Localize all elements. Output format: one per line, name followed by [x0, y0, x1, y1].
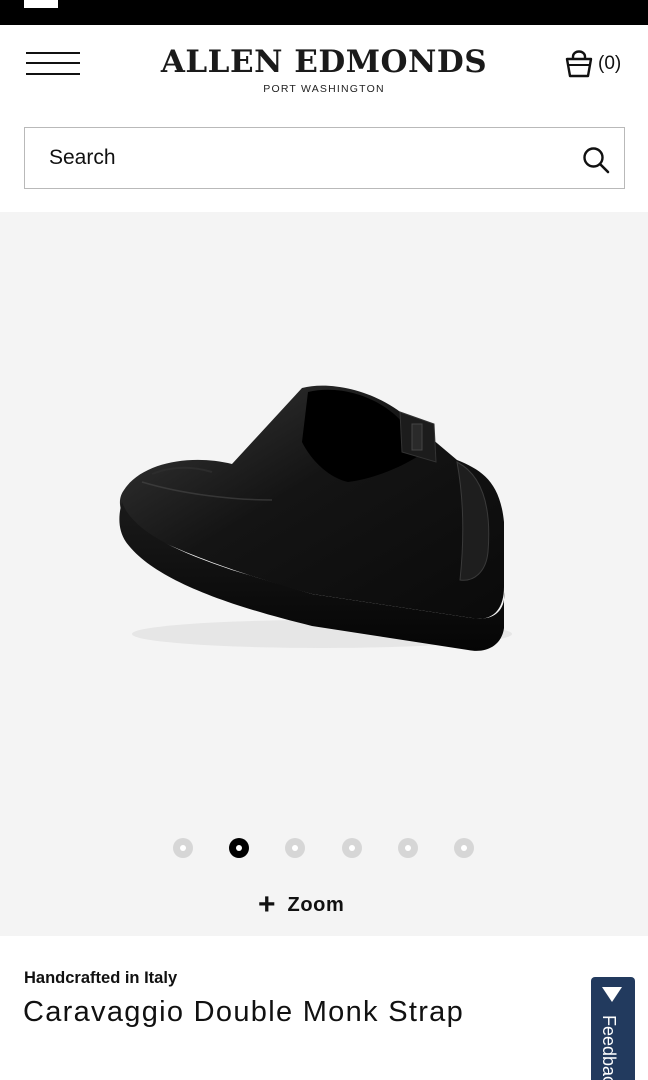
zoom-label: Zoom [287, 893, 345, 916]
product-origin: Handcrafted in Italy [24, 969, 178, 987]
product-image[interactable] [112, 382, 516, 658]
site-header: ALLEN EDMONDS PORT WASHINGTON (0) [0, 25, 648, 113]
menu-line [26, 52, 80, 54]
status-indicator [24, 0, 58, 8]
brand-logo[interactable]: ALLEN EDMONDS PORT WASHINGTON [140, 43, 508, 96]
feedback-tab[interactable]: Feedback [591, 977, 635, 1080]
cart-button[interactable]: (0) [564, 47, 621, 81]
search-icon[interactable] [581, 145, 611, 175]
product-title: Caravaggio Double Monk Strap [23, 996, 465, 1028]
plus-icon: + [258, 888, 276, 921]
cart-count: (0) [598, 53, 622, 74]
zoom-button[interactable]: + Zoom [258, 890, 344, 920]
carousel-dot[interactable] [342, 838, 362, 858]
carousel-dot[interactable] [454, 838, 474, 858]
search-box [24, 127, 625, 189]
shopping-bag-icon [565, 50, 593, 78]
search-input[interactable] [49, 142, 569, 174]
carousel-dot[interactable] [398, 838, 418, 858]
carousel-dot-active[interactable] [229, 838, 249, 858]
triangle-down-icon [602, 987, 622, 1002]
carousel-dot[interactable] [173, 838, 193, 858]
menu-line [26, 73, 80, 75]
menu-line [26, 62, 80, 64]
carousel-dot[interactable] [285, 838, 305, 858]
feedback-label: Feedback [599, 1015, 619, 1080]
product-gallery: + Zoom [0, 212, 648, 936]
status-bar [0, 0, 648, 25]
brand-location: PORT WASHINGTON [263, 83, 385, 95]
carousel-dots [0, 838, 648, 860]
brand-name: ALLEN EDMONDS [160, 44, 488, 80]
hamburger-menu-icon[interactable] [26, 50, 82, 80]
